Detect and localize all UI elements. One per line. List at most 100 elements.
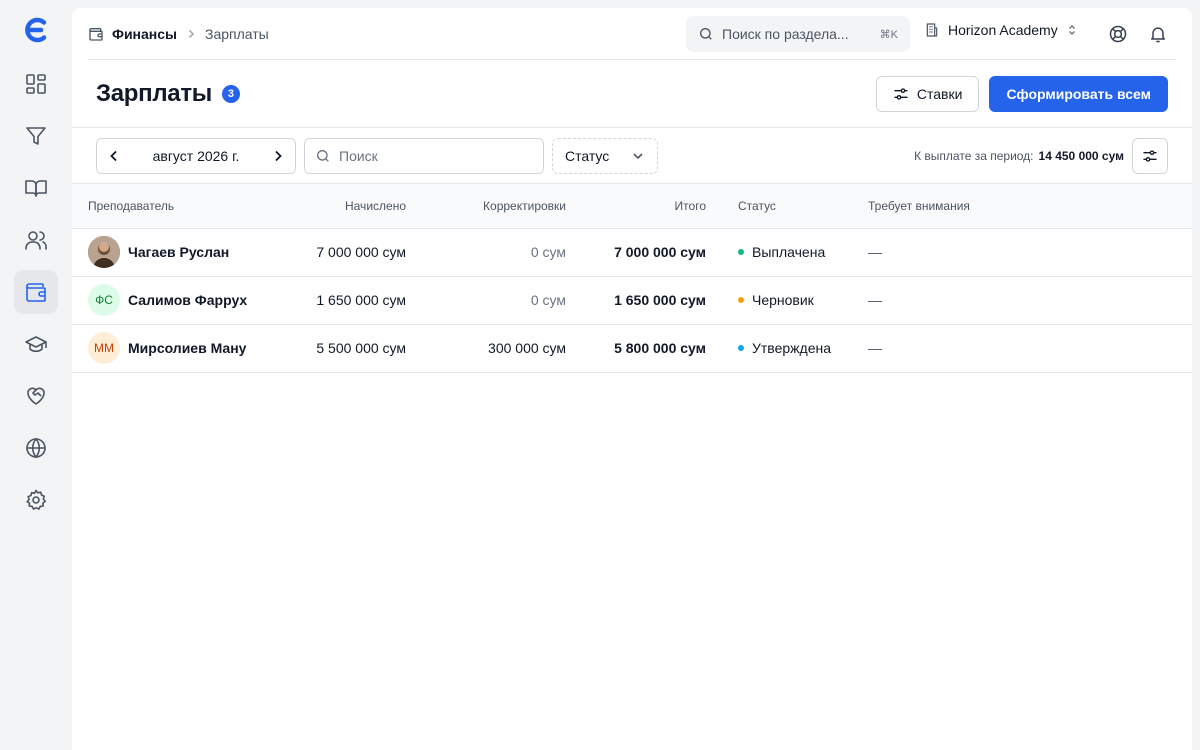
chevron-left-icon[interactable] [107, 149, 121, 163]
col-adjustments[interactable]: Корректировки [406, 184, 566, 229]
avatar: ФС [88, 284, 120, 316]
cell-accrued: 7 000 000 сум [302, 228, 406, 277]
status-filter-label: Статус [565, 147, 610, 164]
cell-accrued: 5 500 000 сум [302, 324, 406, 373]
status-dot [738, 345, 744, 351]
book-icon [25, 180, 47, 197]
sliders-icon [1143, 149, 1157, 162]
wallet-icon [26, 283, 46, 302]
status-label: Выплачена [752, 244, 826, 260]
sidebar-item-website[interactable] [14, 426, 58, 470]
cell-total: 1 650 000 сум [566, 276, 706, 325]
payout-summary: К выплате за период: 14 450 000 сум [914, 149, 1124, 163]
cell-total: 7 000 000 сум [566, 228, 706, 277]
cell-adjustments: 300 000 сум [406, 324, 566, 373]
status-badge: Утверждена [738, 340, 836, 356]
month-label[interactable]: август 2026 г. [153, 148, 240, 164]
sidebar-item-funnel[interactable] [14, 114, 58, 158]
rates-button-label: Ставки [916, 85, 963, 102]
count-badge: 3 [221, 84, 240, 103]
heart-handshake-icon [27, 387, 45, 405]
breadcrumb-current: Зарплаты [205, 25, 269, 42]
avatar-initials: ФС [95, 293, 113, 307]
table-row[interactable]: ФС Салимов Фаррух 1 650 000 сум 0 сум 1 650 … [72, 276, 1192, 325]
avatar [88, 236, 120, 268]
column-settings-button[interactable] [1132, 137, 1168, 174]
org-switcher[interactable]: Horizon Academy [924, 22, 1078, 38]
cell-attention: — [836, 276, 1192, 325]
sidebar-item-settings[interactable] [14, 478, 58, 522]
graduation-cap-icon [25, 336, 47, 353]
cell-status: Черновик [706, 276, 836, 325]
status-label: Черновик [752, 292, 814, 308]
teacher[interactable]: ФС Салимов Фаррух [88, 284, 302, 316]
status-badge: Выплачена [738, 244, 836, 260]
table-row[interactable]: Чагаев Руслан 7 000 000 сум 0 сум 7 000 000… [72, 228, 1192, 277]
col-teacher[interactable]: Преподаватель [72, 184, 302, 229]
page-header: Зарплаты 3 Ставки Сформировать всем [72, 60, 1192, 128]
sliders-icon [894, 87, 908, 100]
avatar: ММ [88, 332, 120, 364]
sidebar-item-finances[interactable] [14, 270, 58, 314]
col-status[interactable]: Статус [706, 184, 836, 229]
teacher[interactable]: Чагаев Руслан [88, 236, 302, 268]
chevron-right-icon[interactable] [271, 149, 285, 163]
search-icon [700, 28, 712, 40]
cell-status: Утверждена [706, 324, 836, 373]
col-total[interactable]: Итого [566, 184, 706, 229]
status-dot [738, 249, 744, 255]
cell-teacher: ММ Мирсолиев Ману [72, 324, 302, 373]
rates-button[interactable]: Ставки [875, 75, 980, 112]
search-icon [317, 149, 329, 162]
status-badge: Черновик [738, 292, 836, 308]
payout-value: 14 450 000 сум [1038, 148, 1124, 163]
cell-attention: — [836, 324, 1192, 373]
global-search-input[interactable]: Поиск по раздела... ⌘K [686, 16, 910, 52]
sidebar-item-users[interactable] [14, 218, 58, 262]
cell-total: 5 800 000 сум [566, 324, 706, 373]
wallet-icon [89, 27, 103, 41]
sidebar-nav [14, 62, 58, 522]
col-accrued[interactable]: Начислено [302, 184, 406, 229]
teacher-name: Чагаев Руслан [128, 244, 230, 260]
cell-adjustments: 0 сум [406, 276, 566, 325]
avatar-initials: ММ [94, 341, 114, 355]
col-attention[interactable]: Требует внимания [836, 184, 1192, 229]
sidebar-item-education[interactable] [14, 322, 58, 366]
cell-accrued: 1 650 000 сум [302, 276, 406, 325]
toolbar: август 2026 г. Статус К выплате за перио… [72, 128, 1192, 184]
sidebar-item-dashboard[interactable] [14, 62, 58, 106]
status-filter[interactable]: Статус [552, 137, 658, 174]
status-dot [738, 297, 744, 303]
breadcrumb: Финансы Зарплаты [88, 26, 269, 42]
search-input[interactable] [339, 147, 519, 164]
payout-label: К выплате за период: [914, 148, 1034, 163]
sidebar-item-partners[interactable] [14, 374, 58, 418]
users-icon [25, 231, 47, 250]
table-header-row: Преподаватель Начислено Корректировки Ит… [72, 184, 1192, 229]
breadcrumb-parent[interactable]: Финансы [112, 26, 177, 42]
generate-all-button[interactable]: Сформировать всем [989, 75, 1168, 112]
chevron-updown-icon [1068, 25, 1075, 35]
sidebar [0, 0, 72, 750]
funnel-icon [26, 127, 46, 145]
sidebar-item-courses[interactable] [14, 166, 58, 210]
cell-status: Выплачена [706, 228, 836, 277]
globe-icon [26, 437, 46, 459]
app-logo-icon[interactable] [23, 16, 49, 44]
org-name: Horizon Academy [948, 22, 1058, 38]
cell-adjustments: 0 сум [406, 228, 566, 277]
month-picker: август 2026 г. [96, 137, 296, 174]
teacher[interactable]: ММ Мирсолиев Ману [88, 332, 302, 364]
building-icon [926, 23, 938, 37]
salaries-table: Преподаватель Начислено Корректировки Ит… [72, 184, 1192, 373]
chevron-right-icon [188, 29, 195, 38]
bell-icon[interactable] [1148, 24, 1168, 44]
dashboard-icon [26, 74, 46, 94]
teacher-name: Салимов Фаррух [128, 292, 248, 308]
cell-teacher: Чагаев Руслан [72, 228, 302, 277]
support-icon[interactable] [1108, 24, 1128, 44]
global-search-placeholder: Поиск по раздела... [722, 26, 849, 42]
main-panel: Финансы Зарплаты Поиск по раздела... ⌘K … [72, 8, 1192, 750]
table-row[interactable]: ММ Мирсолиев Ману 5 500 000 сум 300 000 сум… [72, 324, 1192, 373]
